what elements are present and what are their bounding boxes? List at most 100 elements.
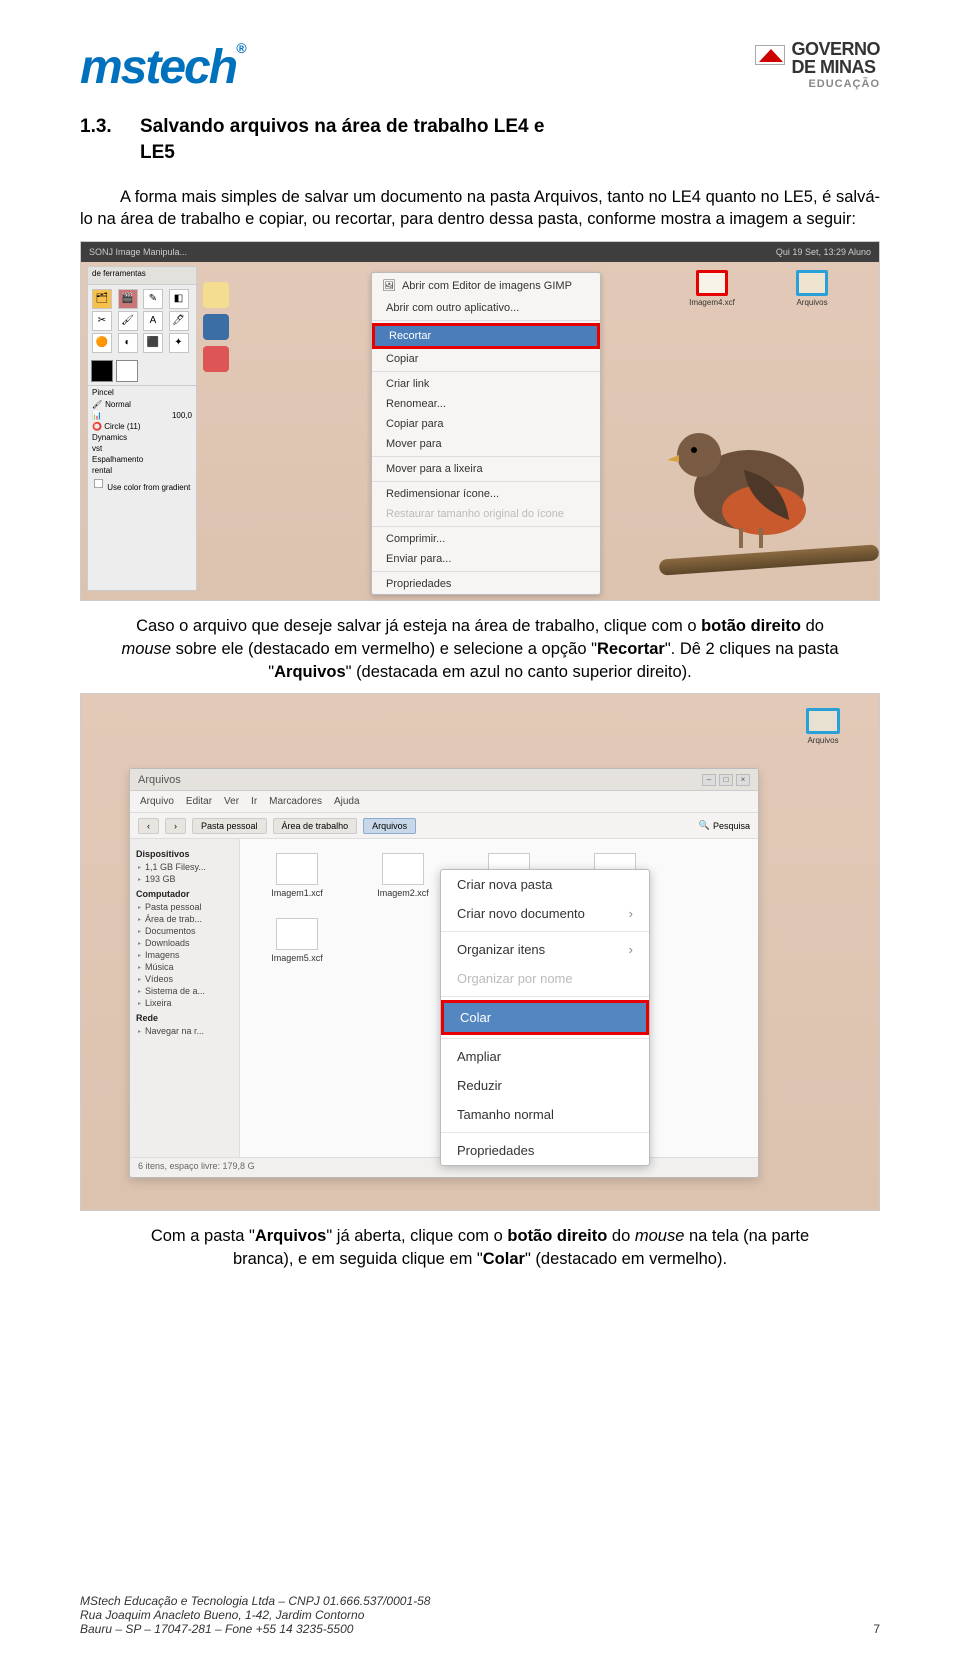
side-devices-title: Dispositivos bbox=[136, 849, 233, 859]
fm-menu-ajuda[interactable]: Ajuda bbox=[334, 796, 360, 807]
logo-mstech-text: mstech bbox=[80, 41, 236, 94]
ctx-redim[interactable]: Redimensionar ícone... bbox=[372, 484, 600, 504]
footer-line3: Bauru – SP – 17047-281 – Fone +55 14 323… bbox=[80, 1622, 430, 1636]
screenshot-1: SONJ Image Manipula... Qui 19 Set, 13:29… bbox=[80, 241, 880, 601]
toolbox-usecolor-label: Use color from gradient bbox=[107, 483, 190, 492]
page-footer: MStech Educação e Tecnologia Ltda – CNPJ… bbox=[80, 1594, 880, 1636]
side-comp-7[interactable]: Sistema de a... bbox=[136, 985, 233, 997]
crumb-pasta-pessoal[interactable]: Pasta pessoal bbox=[192, 818, 267, 834]
side-comp-2[interactable]: Documentos bbox=[136, 925, 233, 937]
fm-menu-arquivo[interactable]: Arquivo bbox=[140, 796, 174, 807]
ctx-enviar[interactable]: Enviar para... bbox=[372, 549, 600, 569]
crumb-fwd[interactable]: › bbox=[165, 818, 186, 834]
desktop-file-imagem4[interactable]: Imagem4.xcf bbox=[685, 270, 739, 324]
fm-menu-marcadores[interactable]: Marcadores bbox=[269, 796, 322, 807]
toolbox-rental: rental bbox=[88, 465, 196, 476]
side-comp-8[interactable]: Lixeira bbox=[136, 997, 233, 1009]
desktop-arquivos-icon[interactable]: Arquivos bbox=[797, 708, 849, 745]
section-number: 1.3. bbox=[80, 113, 140, 142]
fm-title: Arquivos bbox=[138, 774, 181, 786]
fm-menu-ver[interactable]: Ver bbox=[224, 796, 239, 807]
gimp-toolbox: de ferramentas 🗂🎬✎◧ ✂🖌A🖊 🟠◐⬛✦ Pincel 🖌No… bbox=[87, 266, 197, 591]
fm-search[interactable]: 🔍 Pesquisa bbox=[699, 820, 750, 831]
ctx-open-gimp[interactable]: 🖼 Abrir com Editor de imagens GIMP bbox=[372, 273, 600, 298]
section-heading: 1.3. Salvando arquivos na área de trabal… bbox=[80, 113, 880, 142]
page-number: 7 bbox=[873, 1622, 880, 1636]
toolbox-title: de ferramentas bbox=[88, 267, 196, 285]
side-net-0[interactable]: Navegar na r... bbox=[136, 1025, 233, 1037]
desktop-arquivos-label: Arquivos bbox=[807, 736, 838, 745]
mg-flag-icon bbox=[755, 45, 785, 65]
toolbox-espalhamento: Espalhamento bbox=[88, 454, 196, 465]
ctx2-nova-pasta[interactable]: Criar nova pasta bbox=[441, 870, 649, 899]
ctx-prop[interactable]: Propriedades bbox=[372, 574, 600, 594]
fm-file-4[interactable]: Imagem5.xcf bbox=[254, 918, 340, 963]
ctx-mover-para[interactable]: Mover para bbox=[372, 434, 600, 454]
side-network-title: Rede bbox=[136, 1013, 233, 1023]
ctx2-novo-doc[interactable]: Criar novo documento bbox=[441, 899, 649, 928]
toolbox-pincel-label: Pincel bbox=[88, 385, 196, 399]
toolbox-dyn: Dynamics bbox=[88, 432, 196, 443]
ctx2-tam-normal[interactable]: Tamanho normal bbox=[441, 1100, 649, 1129]
ctx2-prop[interactable]: Propriedades bbox=[441, 1136, 649, 1165]
toolbox-opacity: 100,0 bbox=[172, 411, 192, 420]
section-title: Salvando arquivos na área de trabalho LE… bbox=[140, 113, 880, 142]
ctx-renomear[interactable]: Renomear... bbox=[372, 394, 600, 414]
crumb-area-trabalho[interactable]: Área de trabalho bbox=[273, 818, 358, 834]
launcher-files-icon[interactable] bbox=[203, 282, 229, 308]
ctx-open-other[interactable]: Abrir com outro aplicativo... bbox=[372, 298, 600, 318]
ctx2-org-itens[interactable]: Organizar itens bbox=[441, 935, 649, 964]
side-dev-1[interactable]: 193 GB bbox=[136, 873, 233, 885]
page-header: mstech® GOVERNO DE MINAS EDUCAÇÃO bbox=[80, 40, 880, 95]
screenshot-2: Arquivos Arquivos – □ × Arquivo Editar V… bbox=[80, 693, 880, 1211]
window-maximize-icon[interactable]: □ bbox=[719, 774, 733, 786]
toolbox-usecolor-check[interactable] bbox=[94, 479, 103, 488]
file-manager-window: Arquivos – □ × Arquivo Editar Ver Ir Mar… bbox=[129, 768, 759, 1178]
gov-line1: GOVERNO bbox=[791, 40, 880, 58]
section-title-line2: LE5 bbox=[140, 142, 880, 164]
bird-graphic bbox=[649, 400, 829, 560]
ctx-copiar[interactable]: Copiar bbox=[372, 349, 600, 369]
topbar-app-title: SONJ Image Manipula... bbox=[89, 247, 187, 257]
ctx-copiar-para[interactable]: Copiar para bbox=[372, 414, 600, 434]
ctx-lixeira[interactable]: Mover para a lixeira bbox=[372, 459, 600, 479]
ctx2-colar[interactable]: Colar bbox=[441, 1000, 649, 1035]
fm-file-0[interactable]: Imagem1.xcf bbox=[254, 853, 340, 898]
desktop-topbar: SONJ Image Manipula... Qui 19 Set, 13:29… bbox=[81, 242, 879, 262]
side-comp-6[interactable]: Vídeos bbox=[136, 973, 233, 985]
side-comp-0[interactable]: Pasta pessoal bbox=[136, 901, 233, 913]
logo-reg-mark: ® bbox=[236, 40, 244, 56]
logo-governo: GOVERNO DE MINAS EDUCAÇÃO bbox=[755, 40, 880, 90]
launcher-app-icon[interactable] bbox=[203, 314, 229, 340]
window-close-icon[interactable]: × bbox=[736, 774, 750, 786]
logo-mstech: mstech® bbox=[80, 40, 244, 95]
side-dev-0[interactable]: 1,1 GB Filesy... bbox=[136, 861, 233, 873]
fm-menu-ir[interactable]: Ir bbox=[251, 796, 257, 807]
ctx-criar-link[interactable]: Criar link bbox=[372, 374, 600, 394]
paragraph-intro: A forma mais simples de salvar um docume… bbox=[80, 186, 880, 232]
toolbox-brush: ⭕ Circle (11) bbox=[88, 421, 196, 432]
desktop-folder-arquivos[interactable]: Arquivos bbox=[785, 270, 839, 324]
window-minimize-icon[interactable]: – bbox=[702, 774, 716, 786]
desktop-folder-label: Arquivos bbox=[796, 298, 827, 307]
ctx-comprimir[interactable]: Comprimir... bbox=[372, 529, 600, 549]
ctx2-ampliar[interactable]: Ampliar bbox=[441, 1042, 649, 1071]
fm-menu-editar[interactable]: Editar bbox=[186, 796, 212, 807]
fm-file-1[interactable]: Imagem2.xcf bbox=[360, 853, 446, 898]
side-comp-4[interactable]: Imagens bbox=[136, 949, 233, 961]
gov-line2: DE MINAS bbox=[791, 58, 880, 76]
fm-toolbar: ‹ › Pasta pessoal Área de trabalho Arqui… bbox=[130, 813, 758, 839]
side-comp-3[interactable]: Downloads bbox=[136, 937, 233, 949]
fm-menubar: Arquivo Editar Ver Ir Marcadores Ajuda bbox=[130, 791, 758, 813]
crumb-back[interactable]: ‹ bbox=[138, 818, 159, 834]
side-comp-5[interactable]: Música bbox=[136, 961, 233, 973]
side-computer-title: Computador bbox=[136, 889, 233, 899]
fm-main-area[interactable]: Imagem1.xcf Imagem2.xcf Imagem3.xcf Imag… bbox=[240, 839, 758, 1157]
ctx2-reduzir[interactable]: Reduzir bbox=[441, 1071, 649, 1100]
toolbox-est: vst bbox=[88, 443, 196, 454]
crumb-arquivos[interactable]: Arquivos bbox=[363, 818, 416, 834]
ctx-recortar[interactable]: Recortar bbox=[372, 323, 600, 349]
gov-educacao: EDUCAÇÃO bbox=[791, 79, 880, 90]
side-comp-1[interactable]: Área de trab... bbox=[136, 913, 233, 925]
launcher-firefox-icon[interactable] bbox=[203, 346, 229, 372]
